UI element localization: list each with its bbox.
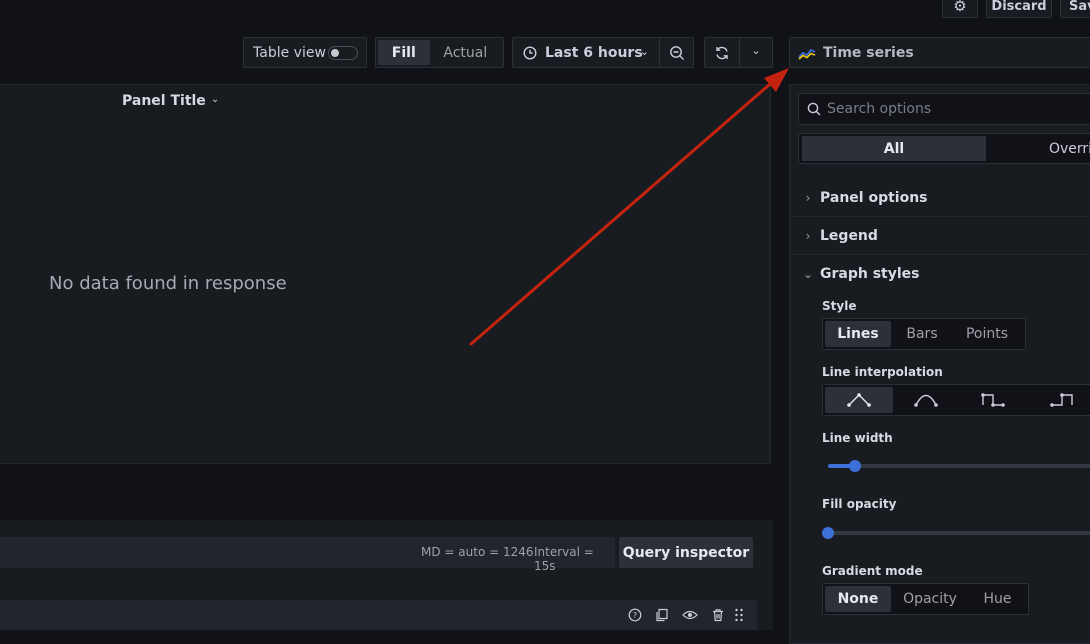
search-options-input[interactable]: Search options (798, 93, 1090, 125)
style-option-lines[interactable]: Lines (825, 321, 891, 347)
gradient-option-none[interactable]: None (825, 586, 891, 612)
interp-option-step-before[interactable] (959, 387, 1027, 413)
tab-all-label: All (883, 140, 905, 157)
fill-label: Fill (391, 44, 416, 61)
panel-title: Panel Title (122, 93, 206, 109)
gradient-mode-label: Gradient mode (822, 564, 923, 578)
fill-opacity-slider[interactable] (828, 531, 1090, 535)
save-button[interactable]: Sav (1060, 0, 1090, 18)
line-width-slider[interactable] (828, 464, 1090, 468)
chevron-down-icon: ⌄ (751, 44, 761, 57)
fill-opacity-slider-thumb[interactable] (822, 527, 834, 539)
trash-icon[interactable] (710, 607, 726, 623)
gradient-mode-group: None Opacity Hue (822, 583, 1029, 615)
visualization-label: Time series (823, 44, 914, 61)
zoom-out-icon (669, 45, 684, 60)
panel-container: Panel Title ⌄ No data found in response (0, 84, 771, 464)
option-label: Points (965, 326, 1009, 342)
discard-label: Discard (991, 0, 1047, 14)
toggle-knob (331, 49, 339, 57)
time-range-picker[interactable]: Last 6 hours ⌄ (512, 37, 660, 68)
option-label: Opacity (903, 591, 957, 607)
tab-all[interactable]: All (802, 136, 986, 161)
refresh-button[interactable] (704, 37, 740, 68)
query-options-bar[interactable]: MD = auto = 1246 Interval = 15s (0, 537, 615, 573)
duplicate-icon[interactable] (654, 607, 670, 623)
line-width-slider-thumb[interactable] (849, 460, 861, 472)
query-inspector-button[interactable]: Query inspector (619, 537, 753, 568)
linear-icon (847, 393, 871, 407)
tab-overrides[interactable]: Overri (1049, 136, 1090, 161)
empty-message: No data found in response (49, 273, 287, 294)
chevron-down-icon: ⌄ (210, 94, 220, 105)
actual-label: Actual (443, 44, 488, 61)
section-label: Panel options (820, 189, 928, 206)
line-width-label: Line width (822, 431, 893, 445)
section-label: Legend (820, 227, 878, 244)
style-label: Style (822, 299, 857, 313)
panel-header[interactable]: Panel Title ⌄ (122, 93, 219, 109)
tab-overrides-label: Overri (1049, 140, 1090, 157)
max-data-points-text: MD = auto = 1246 (421, 545, 534, 559)
search-placeholder: Search options (827, 101, 932, 117)
table-view-toggle[interactable]: Table view (243, 37, 367, 68)
refresh-icon (716, 46, 728, 59)
eye-icon[interactable] (682, 607, 698, 623)
smooth-icon (914, 394, 938, 407)
discard-button[interactable]: Discard (986, 0, 1052, 18)
refresh-interval-dropdown[interactable]: ⌄ (739, 37, 773, 68)
interval-text: Interval = 15s (534, 545, 594, 573)
option-label: Lines (837, 326, 879, 342)
zoom-out-button[interactable] (659, 37, 694, 68)
section-label: Graph styles (820, 266, 920, 282)
interp-option-linear[interactable] (825, 387, 893, 413)
fill-actual-group: Fill Actual (375, 37, 504, 68)
time-series-icon (798, 48, 816, 60)
section-legend[interactable]: › Legend (790, 217, 1090, 255)
chevron-down-icon: ⌄ (639, 45, 649, 58)
option-label: Hue (983, 591, 1012, 607)
search-icon (807, 102, 821, 116)
options-tabs: All Overri (798, 133, 1090, 164)
interp-option-smooth[interactable] (893, 387, 959, 413)
toggle-switch[interactable] (328, 46, 358, 60)
interp-option-step-after[interactable] (1027, 387, 1090, 413)
step-after-icon (1050, 393, 1073, 407)
query-inspector-label: Query inspector (622, 544, 750, 561)
option-label: None (837, 591, 879, 607)
style-option-points[interactable]: Points (953, 321, 1021, 347)
line-interpolation-label: Line interpolation (822, 365, 943, 379)
query-row-header: ? (0, 600, 757, 630)
options-pane (789, 84, 1090, 644)
svg-text:?: ? (633, 611, 637, 620)
save-label: Sav (1069, 0, 1090, 14)
style-option-bars[interactable]: Bars (891, 321, 953, 347)
clock-icon (523, 45, 537, 60)
fill-opacity-label: Fill opacity (822, 497, 897, 511)
line-interpolation-group (822, 384, 1090, 416)
actual-option[interactable]: Actual (430, 40, 501, 65)
settings-button[interactable]: ⚙ (942, 0, 978, 18)
section-panel-options[interactable]: › Panel options (790, 179, 1090, 217)
visualization-picker[interactable]: Time series (789, 37, 1090, 68)
fill-option[interactable]: Fill (378, 40, 430, 65)
style-radio-group: Lines Bars Points (822, 318, 1026, 350)
time-range-label: Last 6 hours (545, 44, 643, 61)
drag-handle-icon[interactable] (731, 607, 747, 623)
chevron-right-icon: › (805, 228, 811, 243)
gradient-option-opacity[interactable]: Opacity (891, 586, 969, 612)
gear-icon: ⚙ (953, 0, 967, 15)
help-icon[interactable]: ? (627, 607, 643, 623)
gradient-option-hue[interactable]: Hue (969, 586, 1026, 612)
chevron-down-icon: ⌄ (802, 267, 814, 281)
section-graph-styles[interactable]: ⌄ Graph styles (790, 255, 1090, 293)
table-view-label: Table view (253, 44, 326, 61)
option-label: Bars (906, 326, 938, 342)
step-before-icon (981, 393, 1005, 407)
chevron-right-icon: › (805, 190, 811, 205)
